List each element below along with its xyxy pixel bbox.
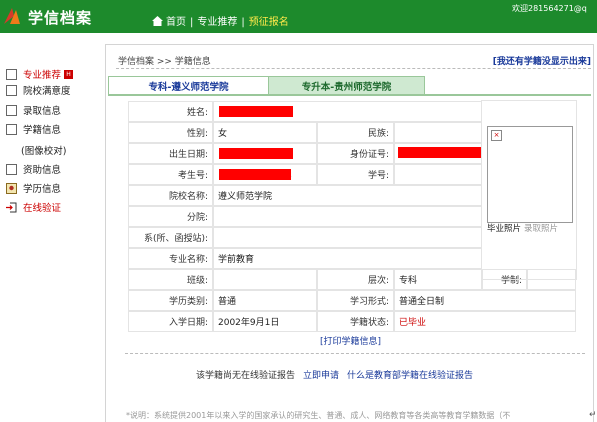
paragraph-mark-icon: ↵	[589, 410, 597, 420]
what-is-report-link[interactable]: 什么是教育部学籍在线验证报告	[347, 371, 473, 381]
sidebar-item-degree[interactable]: 学历信息	[6, 180, 61, 196]
checkbox-icon	[6, 84, 17, 96]
enroll-value: 2002年9月1日	[213, 311, 317, 332]
major-label: 专业名称:	[128, 248, 213, 269]
sidebar-item-label: 在线验证	[23, 203, 62, 214]
level-label: 层次:	[317, 269, 394, 290]
welcome-text: 欢迎281564271@q	[512, 4, 587, 13]
nav-separator: |	[190, 17, 194, 28]
divider	[125, 353, 585, 354]
checkbox-icon	[6, 104, 17, 116]
nav-home-link[interactable]: 首页	[166, 17, 186, 28]
top-nav: 首页 | 专业推荐 | 预征报名	[152, 13, 289, 28]
sidebar-item-label: 学籍信息	[23, 125, 62, 136]
name-label: 姓名:	[128, 101, 213, 122]
category-label: 学历类别:	[128, 290, 213, 311]
dept-label: 系(所、函授站):	[128, 227, 213, 248]
enroll-label: 入学日期:	[128, 311, 213, 332]
sidebar-item-aid[interactable]: 资助信息	[6, 161, 61, 177]
broken-image-icon: ×	[491, 130, 502, 141]
gender-value: 女	[213, 122, 317, 143]
redaction-bar	[219, 148, 293, 159]
branch-label: 分院:	[128, 206, 213, 227]
branch-value	[213, 206, 482, 227]
ethnicity-value	[394, 122, 482, 143]
logo-icon	[4, 8, 20, 24]
graduation-photo-label: 毕业照片	[487, 224, 522, 234]
print-record-link[interactable]: [打印学籍信息]	[320, 334, 381, 347]
dept-value	[213, 227, 482, 248]
tab-upgrade-bachelor[interactable]: 专升本-贵州师范学院	[268, 76, 425, 95]
level-value: 专科	[394, 269, 482, 290]
sidebar-item-satisfaction[interactable]: 院校满意度	[6, 82, 71, 98]
app-title: 学信档案	[28, 9, 93, 27]
tab-junior-college[interactable]: 专科-遵义师范学院	[108, 76, 269, 95]
home-icon	[152, 16, 163, 26]
report-links: 该学籍尚无在线验证报告 立即申请 什么是教育部学籍在线验证报告	[196, 368, 473, 381]
missing-status-link[interactable]: [我还有学籍没显示出来]	[493, 54, 591, 67]
sidebar-item-label: (图像校对)	[21, 146, 67, 157]
student-no-value	[394, 164, 482, 185]
gender-label: 性别:	[128, 122, 213, 143]
login-arrow-icon	[6, 201, 17, 213]
note-text: *说明：系统提供2001年以来入学的国家承认的研究生、普通、成人、网络教育等各类…	[126, 411, 511, 420]
status-label: 学籍状态:	[317, 311, 394, 332]
sidebar-item-label: 专业推荐	[23, 70, 62, 81]
breadcrumb: 学信档案 >> 学籍信息	[118, 57, 211, 67]
school-value: 遵义师范学院	[213, 185, 482, 206]
report-status-text: 该学籍尚无在线验证报告	[196, 371, 296, 381]
redaction-bar	[219, 106, 293, 117]
tab-underline	[108, 94, 591, 96]
nav-recommend-link[interactable]: 专业推荐	[197, 17, 237, 28]
sidebar-item-verify[interactable]: 在线验证	[6, 199, 61, 215]
top-header: 学信档案 首页 | 专业推荐 | 预征报名 欢迎281564271@q	[0, 0, 597, 33]
sidebar-item-photo-check[interactable]: (图像校对)	[21, 142, 66, 158]
certificate-icon	[6, 182, 17, 194]
ethnicity-label: 民族:	[317, 122, 394, 143]
sidebar-item-recommend[interactable]: 专业推荐 H	[6, 66, 74, 82]
checkbox-icon	[6, 68, 17, 80]
study-form-value: 普通全日制	[394, 290, 576, 311]
birth-label: 出生日期:	[128, 143, 213, 164]
nav-register-link[interactable]: 预征报名	[249, 17, 289, 28]
redaction-bar	[219, 169, 291, 180]
sidebar-item-label: 院校满意度	[23, 86, 71, 97]
admission-photo-link[interactable]: 录取照片	[524, 224, 558, 234]
checkbox-icon	[6, 163, 17, 175]
major-value: 学前教育	[213, 248, 482, 269]
checkbox-icon	[6, 123, 17, 135]
sidebar-item-label: 录取信息	[23, 106, 62, 117]
photo-caption: 毕业照片 录取照片	[487, 222, 558, 234]
category-value: 普通	[213, 290, 317, 311]
status-value: 已毕业	[394, 311, 576, 332]
apply-report-link[interactable]: 立即申请	[303, 371, 339, 381]
redaction-bar	[398, 147, 482, 158]
nav-separator: |	[241, 17, 245, 28]
sidebar-item-label: 学历信息	[23, 184, 62, 195]
exam-label: 考生号:	[128, 164, 213, 185]
sidebar-item-label: 资助信息	[23, 165, 62, 176]
class-label: 班级:	[128, 269, 213, 290]
sidebar-item-enrollment[interactable]: 学籍信息	[6, 121, 61, 137]
student-no-label: 学号:	[317, 164, 394, 185]
study-form-label: 学习形式:	[317, 290, 394, 311]
divider	[116, 68, 591, 69]
class-value	[213, 269, 317, 290]
hot-badge-icon: H	[64, 69, 74, 79]
id-label: 身份证号:	[317, 143, 394, 164]
sidebar-item-admission[interactable]: 录取信息	[6, 102, 61, 118]
school-label: 院校名称:	[128, 185, 213, 206]
